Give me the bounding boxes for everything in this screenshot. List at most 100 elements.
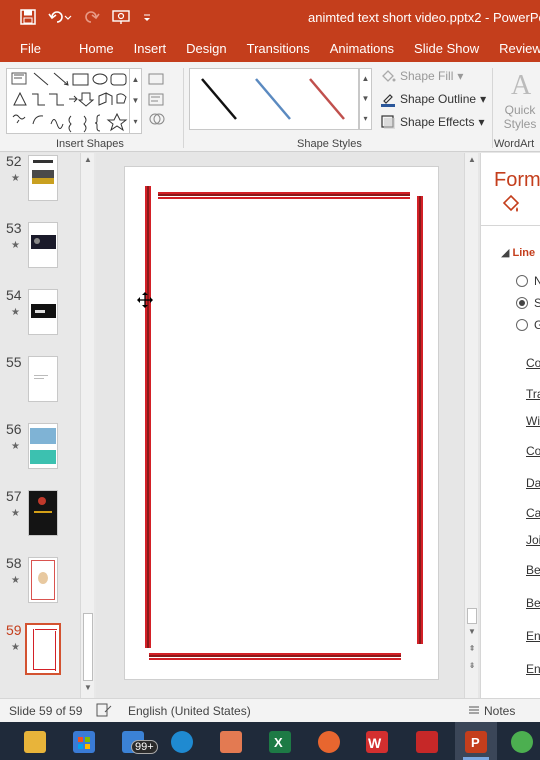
ribbon-separator xyxy=(183,68,184,148)
cap-type-option[interactable]: Ca xyxy=(526,506,540,520)
redo-icon[interactable] xyxy=(84,7,100,27)
slide-thumbnail[interactable]: 56 ★ xyxy=(0,421,80,481)
slide-thumbnail[interactable]: 55 xyxy=(0,354,80,414)
chevron-down-icon: ▾ xyxy=(480,92,487,106)
current-slide[interactable] xyxy=(124,166,439,680)
end-arrow-size-option[interactable]: En xyxy=(526,662,540,676)
file-explorer-icon[interactable] xyxy=(24,731,46,753)
tab-review[interactable]: Review xyxy=(489,41,540,56)
quick-styles-label-2: Styles xyxy=(503,117,537,131)
thumbnails-scrollbar[interactable]: ▲ ▼ xyxy=(80,153,94,698)
animation-star-icon: ★ xyxy=(11,441,20,452)
dash-type-option[interactable]: Da xyxy=(526,476,540,490)
status-bar: Slide 59 of 59 English (United States) N… xyxy=(0,698,540,722)
powerpoint-taskbar-item[interactable]: P xyxy=(455,722,497,760)
wps-office-icon[interactable]: W xyxy=(366,731,388,753)
shape-outline-button[interactable]: Shape Outline ▾ xyxy=(380,91,486,107)
frame-left-core xyxy=(147,186,149,648)
slide-thumbnail[interactable]: 54 ★ xyxy=(0,287,80,347)
slide-thumbnail[interactable]: 58 ★ xyxy=(0,555,80,615)
shape-fill-button[interactable]: Shape Fill ▾ xyxy=(380,68,463,84)
radio-gradient-line[interactable] xyxy=(516,319,528,331)
tab-transitions[interactable]: Transitions xyxy=(237,41,320,56)
radio-no-line-label: N xyxy=(534,274,540,288)
join-type-option[interactable]: Joi xyxy=(526,533,540,547)
tab-file[interactable]: File xyxy=(0,41,69,56)
ribbon-tabs: File Home Insert Design Transitions Anim… xyxy=(0,34,540,62)
radio-solid-line-label: S xyxy=(534,296,540,310)
animation-star-icon: ★ xyxy=(11,173,20,184)
quick-styles-button[interactable]: A Quick Styles xyxy=(500,68,540,138)
customize-icon[interactable] xyxy=(142,7,152,27)
undo-icon[interactable] xyxy=(48,7,72,27)
microsoft-store-icon[interactable] xyxy=(73,731,95,753)
quick-styles-label-1: Quick xyxy=(504,103,536,117)
shape-style-swatches xyxy=(201,78,345,120)
width-option[interactable]: Wi xyxy=(526,414,540,428)
slide-preview xyxy=(28,557,58,603)
tab-home[interactable]: Home xyxy=(69,41,124,56)
shape-outline-label: Shape Outline xyxy=(400,92,477,106)
text-box-icon xyxy=(148,93,164,106)
window-title: animted text short video.pptx2 - PowerPo… xyxy=(308,10,540,25)
end-arrow-type-option[interactable]: En xyxy=(526,629,540,643)
save-icon[interactable] xyxy=(20,7,36,27)
scrollbar-thumb[interactable] xyxy=(467,608,477,624)
tab-design[interactable]: Design xyxy=(176,41,236,56)
slide-scrollbar[interactable]: ▲ ▼ ⇞ ⇟ xyxy=(464,153,478,698)
tab-slide-show[interactable]: Slide Show xyxy=(404,41,489,56)
powerpoint-icon: P xyxy=(465,731,487,753)
line-section-header[interactable]: ◢ Line xyxy=(501,246,535,259)
quick-access-toolbar xyxy=(20,7,152,27)
slide-preview xyxy=(28,222,58,268)
slide-number: 55 xyxy=(6,354,22,370)
move-cursor-icon xyxy=(137,292,153,311)
shape-styles-gallery[interactable] xyxy=(189,68,359,130)
radio-no-line[interactable] xyxy=(516,275,528,287)
scroll-down-icon[interactable]: ▼ xyxy=(81,683,95,695)
notes-icon[interactable] xyxy=(467,703,481,720)
fill-line-icon[interactable] xyxy=(499,193,523,220)
shape-effects-button[interactable]: Shape Effects ▾ xyxy=(380,114,485,130)
color-option[interactable]: Co xyxy=(526,356,540,370)
scrollbar-thumb[interactable] xyxy=(83,613,93,681)
chevron-down-icon: ◢ xyxy=(501,247,510,259)
pdf-reader-icon[interactable] xyxy=(416,731,438,753)
snipping-tool-icon[interactable] xyxy=(220,731,242,753)
shapes-gallery[interactable] xyxy=(6,68,131,134)
begin-arrow-size-option[interactable]: Be xyxy=(526,596,540,610)
slide-thumbnail[interactable]: 53 ★ xyxy=(0,220,80,280)
slide-thumbnail[interactable]: 57 ★ xyxy=(0,488,80,548)
slide-preview xyxy=(28,490,58,536)
begin-arrow-type-option[interactable]: Be xyxy=(526,563,540,577)
scroll-down-icon[interactable]: ▼ xyxy=(465,627,479,639)
slide-thumbnail[interactable]: 52 ★ xyxy=(0,153,80,213)
edit-shape-icon xyxy=(148,73,164,85)
scroll-up-icon[interactable]: ▲ xyxy=(465,155,479,167)
next-slide-icon[interactable]: ⇟ xyxy=(465,661,479,673)
tab-animations[interactable]: Animations xyxy=(320,41,404,56)
shapes-gallery-scroll[interactable]: ▲ ▼ ▾ xyxy=(129,68,142,134)
svg-text:A: A xyxy=(511,70,532,98)
compound-type-option[interactable]: Co xyxy=(526,444,540,458)
accessibility-icon[interactable] xyxy=(96,703,112,720)
radio-solid-line[interactable] xyxy=(516,297,528,309)
svg-text:W: W xyxy=(368,735,382,751)
scroll-up-icon[interactable]: ▲ xyxy=(81,155,95,167)
firefox-icon[interactable] xyxy=(318,731,340,753)
notes-button[interactable]: Notes xyxy=(484,704,515,718)
present-icon[interactable] xyxy=(112,7,130,27)
slide-thumbnail-selected[interactable]: 59 ★ xyxy=(0,622,80,682)
edge-browser-icon[interactable] xyxy=(171,731,193,753)
transparency-option[interactable]: Tra xyxy=(526,387,540,401)
language-indicator[interactable]: English (United States) xyxy=(128,704,251,718)
chrome-icon[interactable] xyxy=(511,731,533,753)
slide-preview xyxy=(28,423,58,469)
ribbon: ▲ ▼ ▾ Insert Shapes ▲ ▼ ▾ Shape Fill ▾ S… xyxy=(0,62,540,152)
shape-styles-scroll[interactable]: ▲ ▼ ▾ xyxy=(359,68,372,130)
slide-preview xyxy=(25,623,61,675)
previous-slide-icon[interactable]: ⇞ xyxy=(465,644,479,656)
tab-insert[interactable]: Insert xyxy=(124,41,177,56)
svg-text:X: X xyxy=(274,735,283,750)
excel-icon[interactable]: X xyxy=(269,731,291,753)
